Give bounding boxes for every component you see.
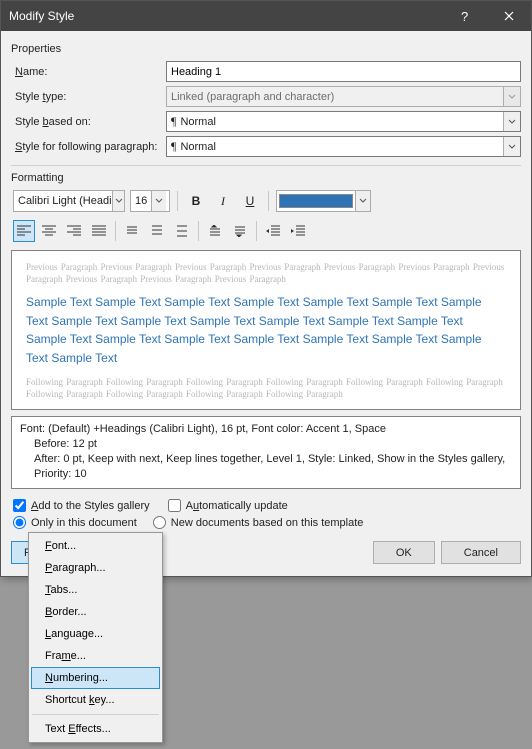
name-label: Name:	[11, 66, 166, 78]
menu-item-tabs[interactable]: Tabs...	[31, 579, 160, 601]
preview-following-para: Following Paragraph Following Paragraph …	[26, 376, 506, 400]
underline-button[interactable]: U	[239, 190, 261, 212]
spacing-15-button[interactable]	[146, 220, 168, 242]
chevron-down-icon	[503, 87, 520, 106]
chevron-down-icon[interactable]	[112, 191, 124, 211]
font-size-combo[interactable]: 16	[130, 190, 170, 212]
new-documents-radio[interactable]: New documents based on this template	[153, 516, 364, 529]
paragraph-toolbar	[13, 220, 521, 242]
menu-separator	[32, 714, 159, 715]
bold-button[interactable]: B	[185, 190, 207, 212]
space-before-inc-button[interactable]	[204, 220, 226, 242]
following-label: Style for following paragraph:	[11, 141, 166, 153]
style-type-label: Style type:	[11, 91, 166, 103]
paragraph-mark-icon: ¶	[171, 114, 176, 129]
menu-item-border[interactable]: Border...	[31, 601, 160, 623]
preview-sample-text: Sample Text Sample Text Sample Text Samp…	[26, 293, 506, 367]
menu-item-numbering[interactable]: Numbering...	[31, 667, 160, 689]
font-color-combo[interactable]	[276, 190, 371, 212]
cancel-button[interactable]: Cancel	[441, 541, 521, 564]
chevron-down-icon[interactable]	[503, 137, 520, 156]
chevron-down-icon[interactable]	[503, 112, 520, 131]
align-right-button[interactable]	[63, 220, 85, 242]
chevron-down-icon[interactable]	[355, 191, 370, 211]
preview-prev-para: Previous Paragraph Previous Paragraph Pr…	[26, 261, 506, 285]
color-swatch	[279, 194, 353, 208]
font-name-combo[interactable]: Calibri Light (Headings)	[13, 190, 125, 212]
spacing-double-button[interactable]	[171, 220, 193, 242]
preview-box: Previous Paragraph Previous Paragraph Pr…	[11, 250, 521, 410]
chevron-down-icon[interactable]	[151, 191, 166, 211]
dialog-title: Modify Style	[1, 9, 441, 23]
menu-item-text-effects[interactable]: Text Effects...	[31, 718, 160, 740]
auto-update-checkbox[interactable]: Automatically update	[168, 499, 288, 512]
align-justify-button[interactable]	[88, 220, 110, 242]
italic-button[interactable]: I	[212, 190, 234, 212]
based-on-select[interactable]: ¶Normal	[166, 111, 521, 132]
font-toolbar: Calibri Light (Headings) 16 B I U	[13, 190, 521, 212]
spacing-single-button[interactable]	[121, 220, 143, 242]
svg-text:?: ?	[461, 9, 468, 23]
style-type-select: Linked (paragraph and character)	[166, 86, 521, 107]
increase-indent-button[interactable]	[287, 220, 309, 242]
style-description: Font: (Default) +Headings (Calibri Light…	[11, 416, 521, 489]
add-to-gallery-checkbox[interactable]: Add to the Styles gallery	[13, 499, 150, 512]
menu-item-font[interactable]: Font...	[31, 535, 160, 557]
properties-label: Properties	[11, 43, 521, 55]
menu-item-language[interactable]: Language...	[31, 623, 160, 645]
based-on-label: Style based on:	[11, 116, 166, 128]
space-before-dec-button[interactable]	[229, 220, 251, 242]
menu-item-frame[interactable]: Frame...	[31, 645, 160, 667]
dialog-content: Properties Name: Style type: Linked (par…	[1, 31, 531, 576]
formatting-label: Formatting	[11, 172, 521, 184]
menu-item-paragraph[interactable]: Paragraph...	[31, 557, 160, 579]
name-input[interactable]	[166, 61, 521, 82]
ok-button[interactable]: OK	[373, 541, 435, 564]
help-button[interactable]: ?	[441, 1, 486, 31]
modify-style-dialog: Modify Style ? Properties Name: Style ty…	[0, 0, 532, 577]
align-center-button[interactable]	[38, 220, 60, 242]
format-dropdown-menu: Font... Paragraph... Tabs... Border... L…	[28, 532, 163, 743]
decrease-indent-button[interactable]	[262, 220, 284, 242]
menu-item-shortcut[interactable]: Shortcut key...	[31, 689, 160, 711]
only-this-document-radio[interactable]: Only in this document	[13, 516, 137, 529]
titlebar: Modify Style ?	[1, 1, 531, 31]
paragraph-mark-icon: ¶	[171, 139, 176, 154]
align-left-button[interactable]	[13, 220, 35, 242]
following-select[interactable]: ¶Normal	[166, 136, 521, 157]
close-button[interactable]	[486, 1, 531, 31]
